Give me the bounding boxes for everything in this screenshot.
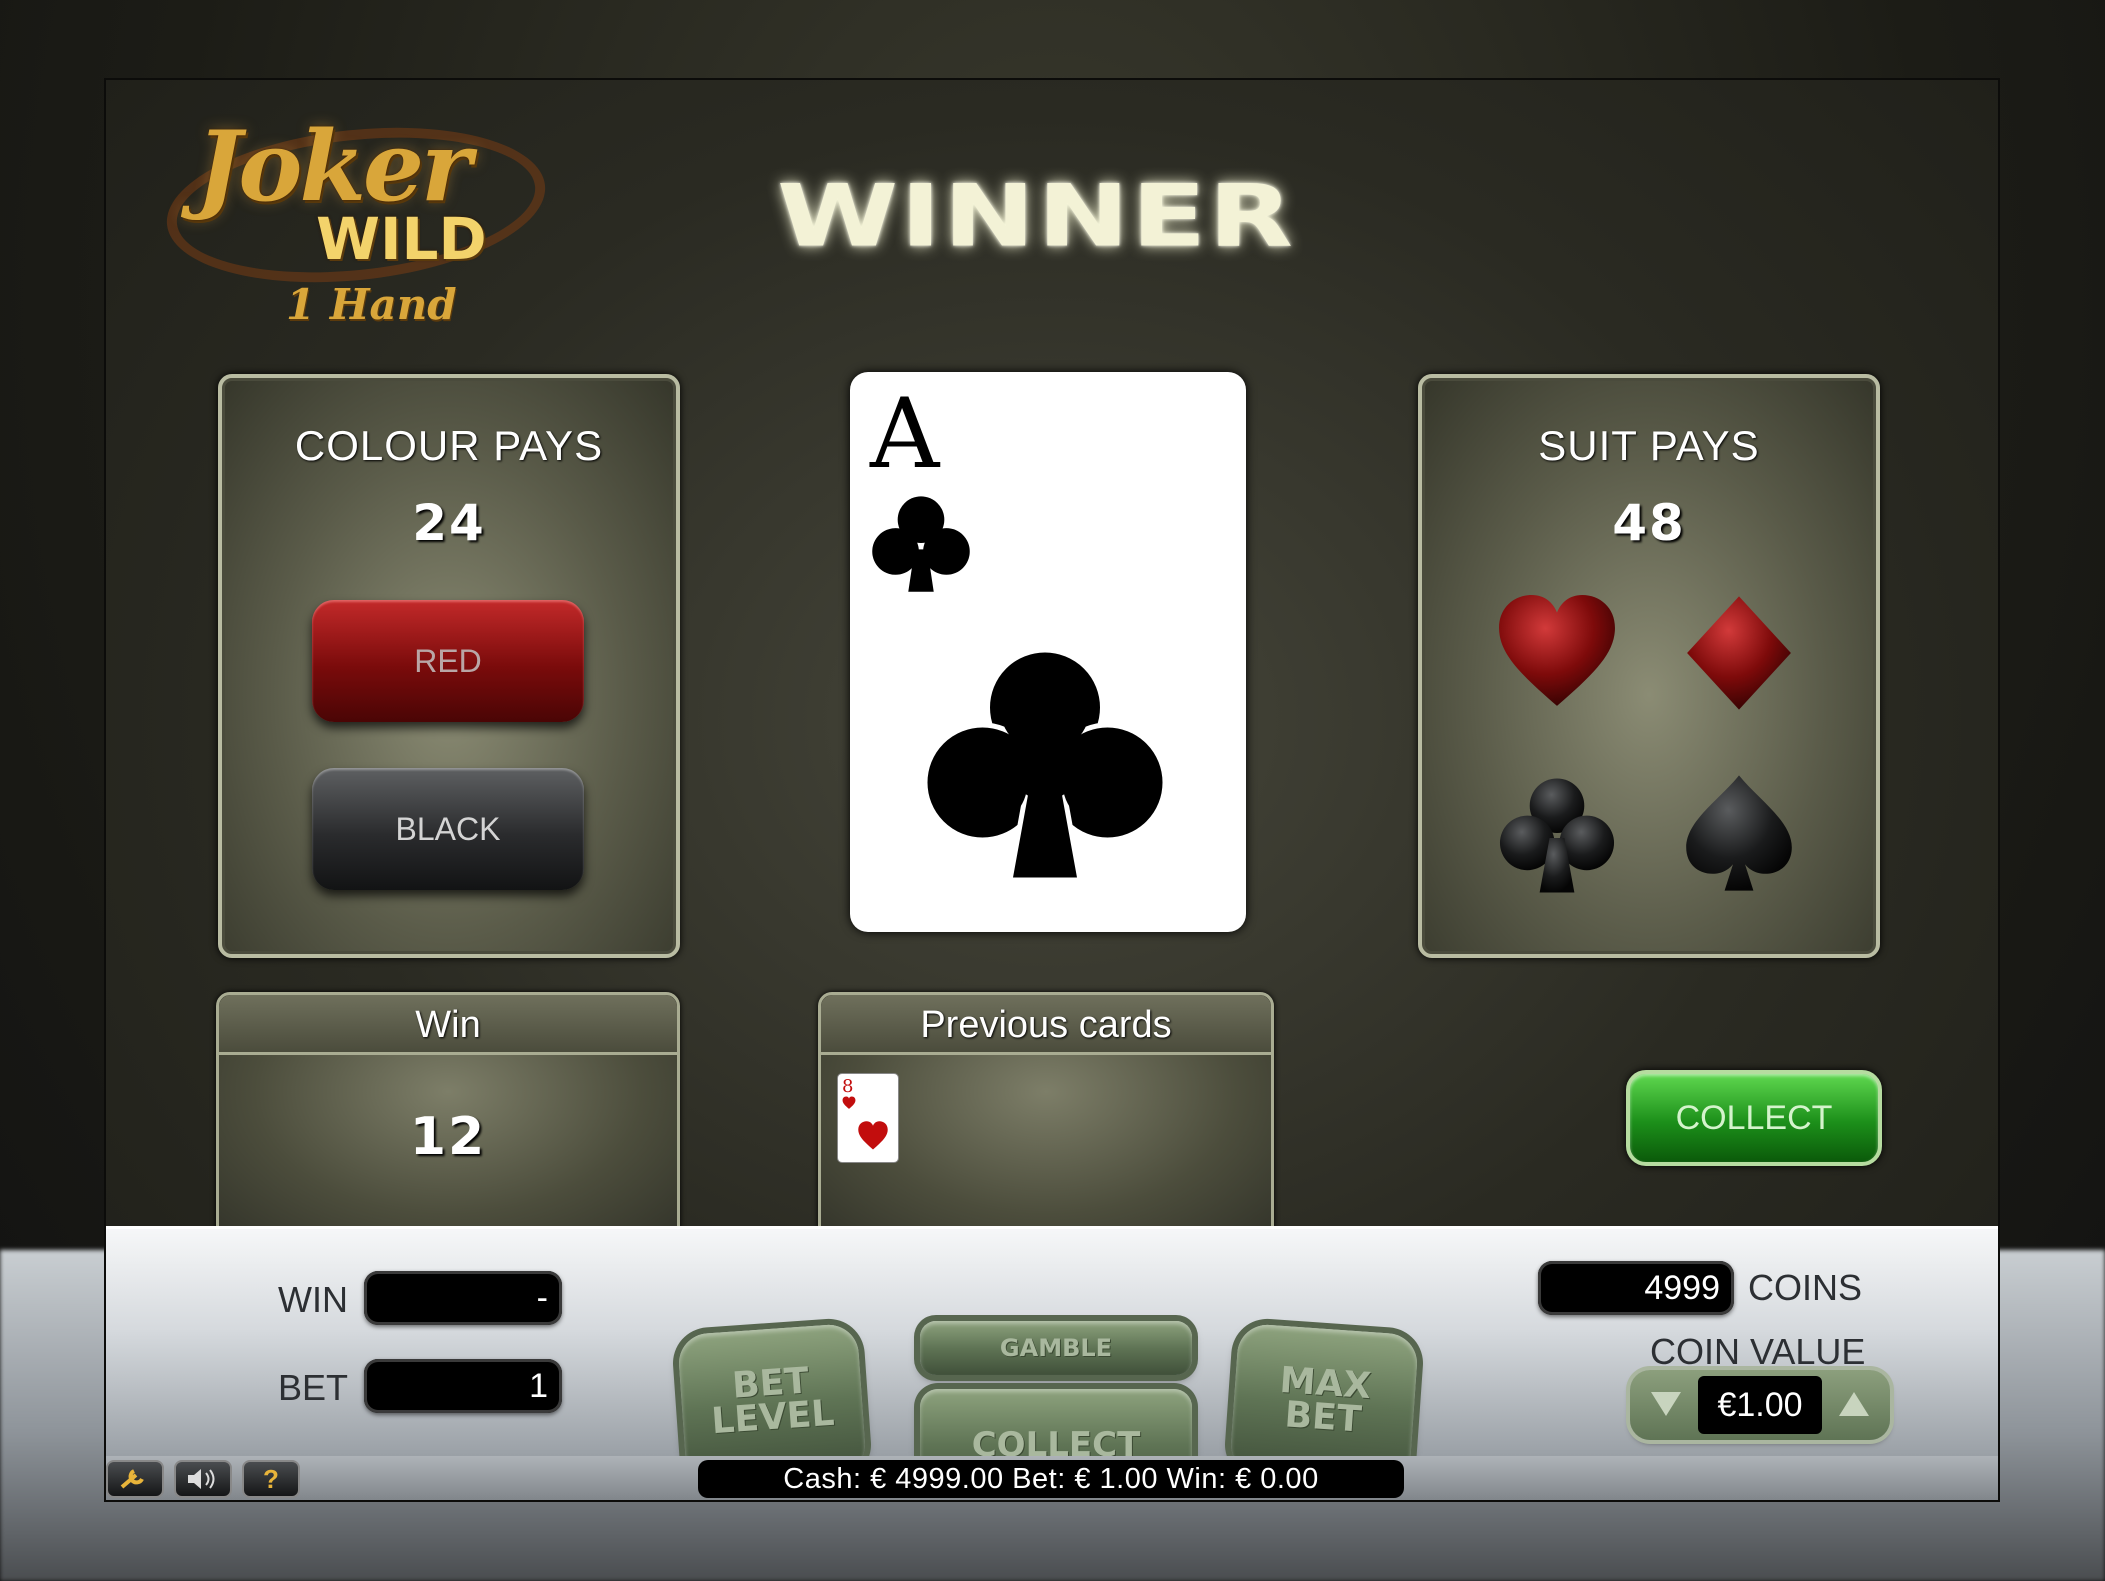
black-button[interactable]: BLACK — [312, 768, 584, 890]
question-icon: ? — [263, 1464, 279, 1494]
coin-value-down-button[interactable] — [1638, 1378, 1694, 1432]
logo-wild-text: WILD — [316, 205, 487, 273]
suit-pays-title: SUIT PAYS — [1538, 422, 1760, 469]
help-button[interactable]: ? — [242, 1460, 300, 1498]
colour-pays-title: COLOUR PAYS — [294, 422, 604, 469]
bet-label: BET — [278, 1367, 349, 1408]
heart-suit-button[interactable] — [1492, 588, 1622, 718]
heart-icon — [1499, 595, 1615, 706]
coin-value-display: €1.00 — [1698, 1376, 1822, 1434]
previous-cards-panel: Previous cards 8 — [818, 992, 1274, 1240]
card-small-club-icon — [872, 496, 970, 592]
previous-card: 8 — [837, 1073, 899, 1163]
arrow-down-icon — [1651, 1392, 1681, 1416]
win-display: Win 12 — [216, 992, 680, 1240]
gamble-button[interactable]: GAMBLE — [920, 1321, 1192, 1375]
win-label: WIN — [278, 1279, 348, 1320]
previous-card-small-heart-icon — [842, 1096, 856, 1109]
game-window: Joker WILD 1 Hand WINNER COLOUR PAYS 24 … — [104, 78, 2000, 1502]
previous-card-rank: 8 — [842, 1076, 854, 1097]
game-logo: Joker WILD 1 Hand — [159, 100, 553, 350]
win-field: - — [364, 1271, 562, 1325]
sound-button[interactable] — [174, 1460, 232, 1498]
spade-suit-button[interactable] — [1674, 768, 1804, 898]
previous-card-heart-icon — [858, 1121, 888, 1150]
coins-label: COINS — [1748, 1267, 1863, 1308]
club-suit-button[interactable] — [1492, 768, 1622, 898]
settings-button[interactable] — [106, 1460, 164, 1498]
winner-banner: WINNER — [776, 166, 1296, 266]
gamble-collect-button[interactable]: COLLECT — [1626, 1070, 1882, 1166]
logo-hand-text: 1 Hand — [286, 280, 457, 329]
bet-field: 1 — [364, 1359, 562, 1413]
speaker-icon — [188, 1469, 215, 1489]
coin-value-up-button[interactable] — [1826, 1378, 1882, 1432]
card-rank: A — [870, 378, 940, 490]
coin-value-selector: €1.00 — [1630, 1370, 1890, 1440]
win-display-value: 12 — [409, 1107, 487, 1167]
suit-pays-panel: SUIT PAYS 48 — [1418, 374, 1880, 958]
previous-cards-label: Previous cards — [821, 995, 1271, 1055]
colour-pays-panel: COLOUR PAYS 24 RED BLACK — [218, 374, 680, 958]
coins-field: 4999 — [1538, 1261, 1734, 1315]
colour-pays-value: 24 — [412, 494, 486, 552]
club-icon — [1499, 778, 1615, 893]
red-button[interactable]: RED — [312, 600, 584, 722]
status-bar: ? Cash: € 4999.00 Bet: € 1.00 Win: € 0.0… — [106, 1456, 1998, 1500]
diamond-suit-button[interactable] — [1674, 588, 1804, 718]
coin-value-label: COIN VALUE — [1650, 1331, 1866, 1372]
status-text: Cash: € 4999.00 Bet: € 1.00 Win: € 0.00 — [698, 1460, 1404, 1498]
win-display-label: Win — [219, 995, 677, 1055]
arrow-up-icon — [1839, 1392, 1869, 1416]
current-card: A — [850, 372, 1246, 932]
wrench-icon — [120, 1469, 144, 1489]
suit-pays-value: 48 — [1612, 494, 1686, 552]
diamond-icon — [1687, 596, 1791, 710]
card-large-club-icon — [922, 647, 1168, 883]
spade-icon — [1686, 775, 1792, 891]
